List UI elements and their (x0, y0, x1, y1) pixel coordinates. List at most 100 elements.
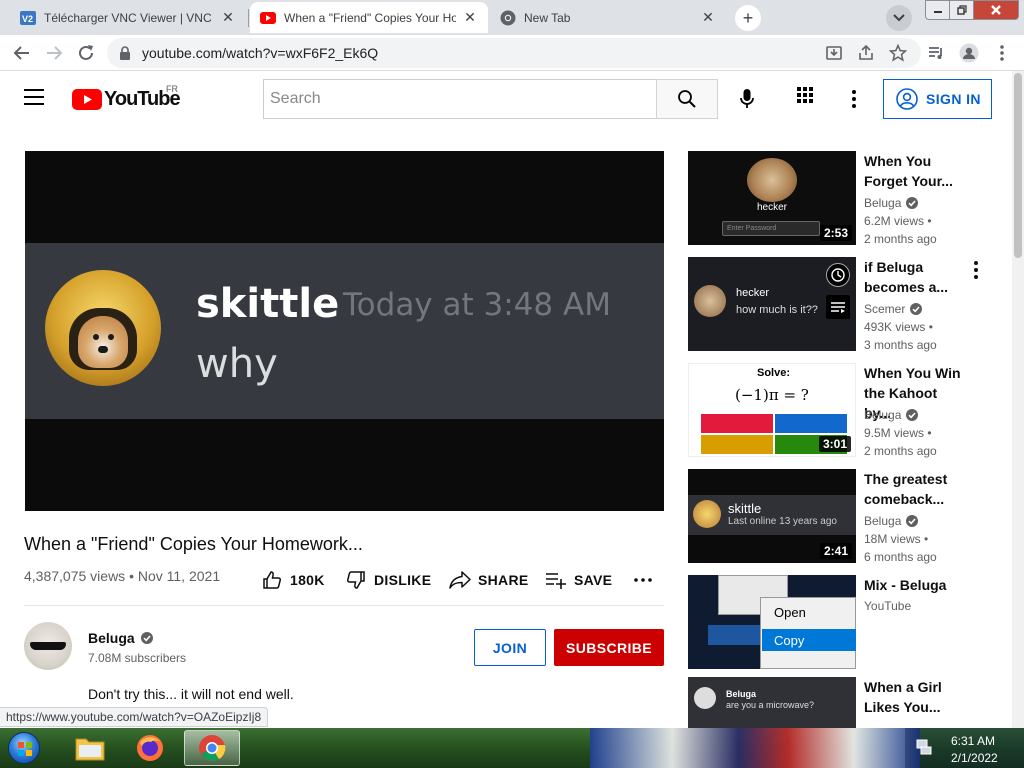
share-label: SHARE (478, 572, 529, 588)
video-options-button[interactable] (972, 261, 980, 279)
search-input[interactable] (264, 80, 656, 118)
thumbnail-caption: how much is it?? (736, 304, 818, 316)
country-code: FR (166, 84, 178, 94)
close-tab-icon[interactable]: ✕ (220, 9, 236, 26)
video-player[interactable]: skittle Today at 3:48 AM why (25, 151, 664, 511)
more-vertical-icon (852, 90, 856, 108)
minimize-window-button[interactable] (925, 0, 950, 20)
file-explorer-taskbar-button[interactable] (62, 730, 118, 766)
recommended-video[interactable]: skittle Last online 13 years ago 2:41 Th… (688, 469, 1008, 564)
recommended-video[interactable]: hecker how much is it?? if Beluga becomes… (688, 257, 1008, 352)
save-button[interactable]: SAVE (544, 568, 612, 592)
thumbnail-caption: Enter Password (722, 221, 820, 236)
settings-menu-button[interactable] (842, 85, 866, 113)
tab-youtube[interactable]: When a "Friend" Copies Your Ho ✕ (250, 2, 488, 33)
network-icon[interactable] (915, 738, 933, 761)
page-scrollbar[interactable] (1012, 71, 1024, 728)
youtube-logo[interactable]: YouTube FR (72, 84, 181, 111)
reload-icon (79, 45, 93, 60)
chrome-icon (500, 10, 516, 26)
back-button[interactable] (8, 39, 36, 67)
star-icon (889, 44, 907, 62)
chrome-taskbar-button[interactable] (184, 730, 240, 766)
voice-search-button[interactable] (733, 85, 761, 113)
scrollbar-thumb[interactable] (1014, 73, 1022, 258)
video-thumbnail[interactable]: hecker how much is it?? (688, 257, 856, 351)
subscribe-button[interactable]: SUBSCRIBE (554, 629, 664, 666)
microphone-icon (740, 89, 754, 108)
video-stats: 493K views • 3 months ago (864, 320, 937, 352)
video-thumbnail[interactable]: skittle Last online 13 years ago 2:41 (688, 469, 856, 563)
video-thumbnail[interactable]: Beluga are you a microwave? (688, 677, 856, 728)
tab-title: When a "Friend" Copies Your Ho (284, 10, 456, 25)
recommended-video[interactable]: Open Copy Mix - Beluga YouTube (688, 575, 1008, 669)
chevron-down-icon (893, 14, 905, 22)
channel-avatar[interactable] (24, 622, 72, 670)
channel-name[interactable]: Beluga (88, 630, 153, 646)
close-tab-icon[interactable]: ✕ (462, 9, 478, 26)
video-title: if Beluga becomes a... (864, 259, 949, 295)
video-thumbnail[interactable]: hecker Enter Password 2:53 (688, 151, 856, 245)
install-app-button[interactable] (820, 39, 848, 67)
search-icon (678, 90, 696, 108)
add-to-queue-icon[interactable] (826, 295, 850, 319)
recommended-video[interactable]: hecker Enter Password 2:53 When You Forge… (688, 151, 1008, 246)
thumbnail-caption: hecker (736, 287, 770, 299)
video-stats: 9.5M views • 2 months ago (864, 426, 937, 458)
start-button[interactable] (4, 730, 44, 766)
youtube-icon (260, 10, 276, 26)
address-bar[interactable]: youtube.com/watch?v=wxF6F2_Ek6Q (107, 38, 921, 68)
firefox-taskbar-button[interactable] (122, 730, 178, 766)
minimize-icon (933, 11, 942, 13)
browser-toolbar: youtube.com/watch?v=wxF6F2_Ek6Q (0, 35, 1024, 71)
arrow-left-icon (13, 46, 29, 60)
profile-button[interactable] (955, 39, 983, 67)
dislike-button[interactable]: DISLIKE (344, 568, 431, 592)
like-button[interactable]: 180K (260, 568, 325, 592)
close-window-button[interactable] (973, 0, 1019, 20)
video-thumbnail[interactable]: Solve: (−1)π = ? 3:01 (688, 363, 856, 457)
youtube-apps-button[interactable] (795, 85, 819, 109)
recommended-video[interactable]: Beluga are you a microwave? When a Girl L… (688, 677, 1008, 728)
video-duration: 2:53 (819, 225, 852, 241)
tab-title: Télécharger VNC Viewer | VNC Co (44, 10, 214, 25)
tab-vnc-viewer[interactable]: V2 Télécharger VNC Viewer | VNC Co ✕ (10, 2, 246, 33)
plus-icon: + (742, 7, 754, 28)
reload-button[interactable] (72, 39, 100, 67)
grid-icon (797, 87, 813, 103)
verified-badge-icon (140, 632, 153, 644)
bookmark-button[interactable] (884, 39, 912, 67)
recommended-video[interactable]: Solve: (−1)π = ? 3:01 When You Win the Ka… (688, 363, 1008, 458)
video-thumbnail[interactable]: Open Copy (688, 575, 856, 669)
folder-icon (75, 738, 105, 761)
new-tab-button[interactable]: + (735, 5, 761, 31)
verified-badge-icon (906, 197, 919, 209)
subscriber-count: 7.08M subscribers (88, 651, 187, 665)
sign-in-button[interactable]: SIGN IN (883, 79, 992, 119)
hamburger-menu-icon[interactable] (24, 89, 48, 109)
browser-menu-button[interactable] (988, 39, 1016, 67)
verified-badge-icon (906, 409, 919, 421)
thumbnail-caption: Beluga (726, 689, 757, 699)
clock-date[interactable]: 2/1/2022 (951, 751, 998, 765)
join-button[interactable]: JOIN (474, 629, 546, 666)
message-username: skittle (196, 281, 340, 327)
dislike-label: DISLIKE (374, 572, 432, 588)
more-horizontal-icon (634, 578, 652, 582)
tab-new-tab[interactable]: New Tab ✕ (490, 2, 726, 33)
share-page-button[interactable] (852, 39, 880, 67)
video-channel: Beluga (864, 514, 919, 528)
media-control-button[interactable] (922, 39, 950, 67)
tab-search-button[interactable] (886, 5, 912, 31)
forward-button[interactable] (40, 39, 68, 67)
more-actions-button[interactable] (634, 568, 652, 592)
search-button[interactable] (656, 79, 718, 119)
vnc-icon: V2 (20, 10, 36, 26)
clock-time[interactable]: 6:31 AM (951, 734, 995, 748)
share-icon (859, 44, 873, 60)
maximize-window-button[interactable] (949, 0, 974, 20)
share-button[interactable]: SHARE (448, 568, 529, 592)
close-tab-icon[interactable]: ✕ (700, 9, 716, 26)
thumbnail-caption: hecker (757, 202, 788, 213)
watch-later-icon[interactable] (826, 263, 850, 287)
